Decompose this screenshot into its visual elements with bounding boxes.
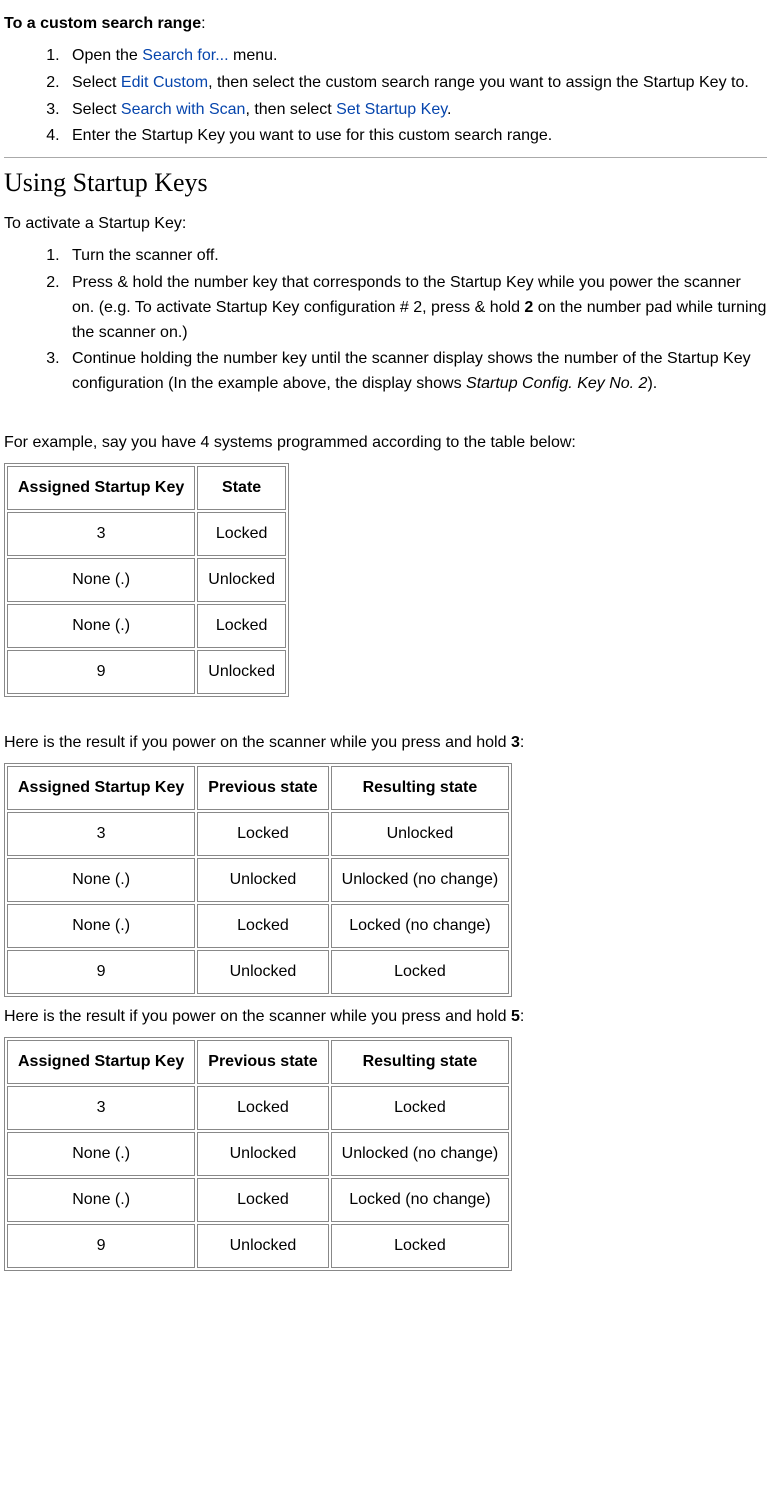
activate-step-3: Continue holding the number key until th… xyxy=(64,347,767,397)
th-resulting-state: Resulting state xyxy=(331,766,510,810)
th-state: State xyxy=(197,466,286,510)
th-previous-state: Previous state xyxy=(197,1040,328,1084)
link-edit-custom[interactable]: Edit Custom xyxy=(121,74,208,91)
th-assigned-key: Assigned Startup Key xyxy=(7,766,195,810)
custom-range-title: To a custom search range: xyxy=(4,12,767,36)
table-result-5: Assigned Startup Key Previous state Resu… xyxy=(4,1037,512,1271)
custom-step-3: Select Search with Scan, then select Set… xyxy=(64,98,767,123)
th-previous-state: Previous state xyxy=(197,766,328,810)
table-row: None (.)UnlockedUnlocked (no change) xyxy=(7,858,509,902)
table-initial-state: Assigned Startup Key State 3Locked None … xyxy=(4,463,289,697)
link-search-for[interactable]: Search for... xyxy=(142,47,228,64)
th-assigned-key: Assigned Startup Key xyxy=(7,1040,195,1084)
table-row: None (.)Unlocked xyxy=(7,558,286,602)
table-row: 9UnlockedLocked xyxy=(7,950,509,994)
table-row: None (.)LockedLocked (no change) xyxy=(7,904,509,948)
example-intro: For example, say you have 4 systems prog… xyxy=(4,431,767,455)
custom-step-2: Select Edit Custom, then select the cust… xyxy=(64,71,767,96)
link-set-startup-key[interactable]: Set Startup Key xyxy=(336,101,447,118)
section-divider xyxy=(4,157,767,158)
table-row: 9Unlocked xyxy=(7,650,286,694)
link-search-with-scan[interactable]: Search with Scan xyxy=(121,101,246,118)
custom-range-steps: Open the Search for... menu. Select Edit… xyxy=(4,44,767,149)
activate-steps: Turn the scanner off. Press & hold the n… xyxy=(4,244,767,397)
table-result-3: Assigned Startup Key Previous state Resu… xyxy=(4,763,512,997)
th-assigned-key: Assigned Startup Key xyxy=(7,466,195,510)
table-row: None (.)UnlockedUnlocked (no change) xyxy=(7,1132,509,1176)
table-row: 3LockedLocked xyxy=(7,1086,509,1130)
using-startup-keys-heading: Using Startup Keys xyxy=(4,168,767,198)
table-row: 3LockedUnlocked xyxy=(7,812,509,856)
result5-intro: Here is the result if you power on the s… xyxy=(4,1005,767,1029)
activate-step-2: Press & hold the number key that corresp… xyxy=(64,271,767,345)
table-row: 9UnlockedLocked xyxy=(7,1224,509,1268)
table-row: 3Locked xyxy=(7,512,286,556)
activate-step-1: Turn the scanner off. xyxy=(64,244,767,269)
custom-step-4: Enter the Startup Key you want to use fo… xyxy=(64,124,767,149)
th-resulting-state: Resulting state xyxy=(331,1040,510,1084)
activate-intro: To activate a Startup Key: xyxy=(4,212,767,236)
table-row: None (.)Locked xyxy=(7,604,286,648)
custom-step-1: Open the Search for... menu. xyxy=(64,44,767,69)
result3-intro: Here is the result if you power on the s… xyxy=(4,731,767,755)
table-row: None (.)LockedLocked (no change) xyxy=(7,1178,509,1222)
